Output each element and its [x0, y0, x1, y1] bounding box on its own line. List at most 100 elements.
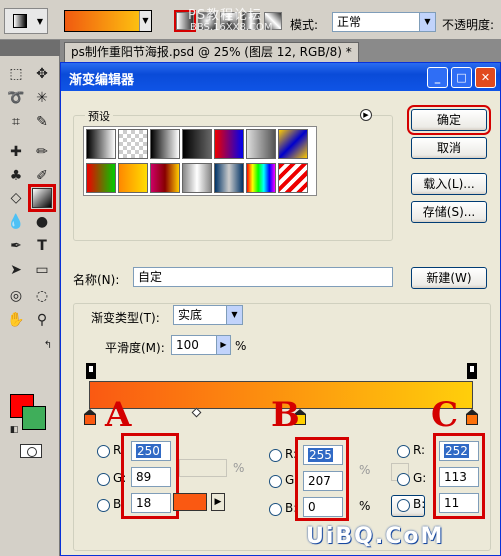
chevron-down-icon[interactable]: ▼: [226, 306, 242, 324]
smoothness-field[interactable]: 100 ▶: [171, 335, 231, 355]
dodge-tool-icon[interactable]: ●: [32, 212, 52, 232]
path-selection-tool-icon[interactable]: ➤: [6, 260, 26, 280]
close-icon[interactable]: ✕: [475, 67, 496, 88]
radio-g-c[interactable]: [397, 473, 410, 486]
preset-swatch[interactable]: [150, 129, 180, 159]
name-field[interactable]: 自定: [133, 267, 393, 287]
gradient-picker[interactable]: ▼: [64, 10, 152, 32]
gradient-type-value: 实底: [178, 308, 203, 322]
options-bar: ▼ ▼ PS教程论坛 BBS.16XX8.COM 模式: 正常 ▼ 不透明度:: [0, 0, 501, 40]
cancel-button[interactable]: 取消: [411, 137, 487, 159]
preset-swatch[interactable]: [86, 163, 116, 193]
3d-orbit-tool-icon[interactable]: ◌: [32, 286, 52, 306]
mode-label: 模式:: [290, 18, 319, 32]
presets-menu-icon[interactable]: ▶: [360, 109, 372, 121]
mode-value: 正常: [337, 15, 362, 29]
document-tab[interactable]: ps制作重阳节海报.psd @ 25% (图层 12, RGB/8) *: [64, 42, 359, 62]
opacity-percent: %: [233, 461, 245, 475]
zoom-tool-icon[interactable]: ⚲: [32, 310, 52, 330]
radio-b-b[interactable]: [269, 503, 282, 516]
stop-color-swatch[interactable]: [173, 493, 207, 511]
chevron-down-icon[interactable]: ▼: [139, 11, 151, 31]
channel-b-label: B:: [413, 497, 426, 511]
pen-tool-icon[interactable]: ✒: [6, 236, 26, 256]
blur-tool-icon[interactable]: 💧: [6, 212, 26, 232]
annotation-c: C: [431, 395, 459, 435]
move-tool-icon[interactable]: ✥: [32, 64, 52, 84]
default-colors-icon[interactable]: ◧: [4, 420, 24, 440]
preset-swatch[interactable]: [246, 129, 276, 159]
magic-wand-tool-icon[interactable]: ✳: [32, 88, 52, 108]
gradient-type-select[interactable]: 实底 ▼: [173, 305, 243, 325]
quick-mask-icon[interactable]: [20, 444, 42, 458]
name-label: 名称(N):: [73, 273, 120, 287]
preset-swatch[interactable]: [118, 129, 148, 159]
brush-tool-icon[interactable]: ✏: [32, 142, 52, 162]
dialog-titlebar[interactable]: 渐变编辑器 _ □ ✕: [61, 63, 500, 91]
smoothness-value: 100: [176, 338, 199, 352]
history-brush-tool-icon[interactable]: ✐: [32, 166, 52, 186]
watermark-text: PS教程论坛: [188, 8, 263, 23]
tool-preset-picker[interactable]: ▼: [4, 8, 48, 34]
radio-b-c[interactable]: [397, 499, 410, 512]
radio-g-a[interactable]: [97, 473, 110, 486]
gradient-tool-icon: [13, 14, 27, 28]
eraser-tool-icon[interactable]: ◇: [6, 188, 26, 208]
radio-r-b[interactable]: [269, 449, 282, 462]
smoothness-label: 平滑度(M):: [105, 341, 165, 355]
color-stop-c[interactable]: [466, 409, 478, 425]
swap-colors-icon[interactable]: ↰: [38, 336, 58, 356]
preset-swatch[interactable]: [182, 163, 212, 193]
gradient-editor-dialog: 渐变编辑器 _ □ ✕ 预设 ▶ 确定 取消 载入(L)... 存储(S)...…: [60, 62, 501, 556]
percent-sign: %: [359, 463, 371, 477]
preset-swatch[interactable]: [86, 129, 116, 159]
background-color[interactable]: [22, 406, 46, 430]
opacity-stop-left[interactable]: [86, 363, 96, 379]
watermark-url: BBS.16XX8.COM: [190, 22, 273, 33]
preset-swatch[interactable]: [150, 163, 180, 193]
chevron-right-icon[interactable]: ▶: [216, 336, 230, 354]
ok-button[interactable]: 确定: [407, 105, 491, 135]
radio-r-c[interactable]: [397, 445, 410, 458]
crop-tool-icon[interactable]: ⌗: [6, 112, 26, 132]
lasso-tool-icon[interactable]: ➰: [6, 88, 26, 108]
hand-tool-icon[interactable]: ✋: [6, 310, 26, 330]
3d-rotate-tool-icon[interactable]: ◎: [6, 286, 26, 306]
new-button[interactable]: 新建(W): [411, 267, 487, 289]
radio-b-a[interactable]: [97, 499, 110, 512]
type-tool-icon[interactable]: T: [32, 236, 52, 256]
preset-swatch[interactable]: [278, 129, 308, 159]
save-button[interactable]: 存储(S)...: [411, 201, 487, 223]
minimize-icon[interactable]: _: [427, 67, 448, 88]
preset-swatch[interactable]: [182, 129, 212, 159]
color-stop-a[interactable]: [84, 409, 96, 425]
document-tab-bar: ps制作重阳节海报.psd @ 25% (图层 12, RGB/8) *: [60, 40, 501, 62]
smoothness-unit: %: [235, 339, 247, 353]
opacity-field-disabled: [179, 459, 227, 477]
radio-g-b[interactable]: [269, 475, 282, 488]
load-button[interactable]: 载入(L)...: [411, 173, 487, 195]
preset-swatch[interactable]: [214, 129, 244, 159]
mode-select[interactable]: 正常 ▼: [332, 12, 436, 32]
chevron-down-icon[interactable]: ▼: [419, 13, 435, 31]
maximize-icon[interactable]: □: [451, 67, 472, 88]
watermark-bottom: UiBQ.CoM: [306, 524, 445, 549]
stop-menu-icon[interactable]: ▶: [211, 493, 225, 511]
preset-swatch[interactable]: [214, 163, 244, 193]
eyedropper-tool-icon[interactable]: ✎: [32, 112, 52, 132]
marquee-tool-icon[interactable]: ⬚: [6, 64, 26, 84]
presets-grid: [83, 126, 317, 196]
opacity-label: 不透明度:: [442, 18, 495, 32]
highlight-box-a: [121, 433, 179, 519]
clone-stamp-tool-icon[interactable]: ♣: [6, 166, 26, 186]
toolbox: ⬚ ✥ ➰ ✳ ⌗ ✎ ✚ ✏ ♣ ✐ ◇ 💧 ● ✒ T ➤ ▭ ◎ ◌ ✋ …: [0, 56, 60, 556]
presets-label: 预设: [85, 108, 113, 124]
rectangle-tool-icon[interactable]: ▭: [32, 260, 52, 280]
preset-swatch[interactable]: [278, 163, 308, 193]
healing-brush-tool-icon[interactable]: ✚: [6, 142, 26, 162]
gradient-tool-icon[interactable]: [28, 184, 56, 212]
opacity-stop-right[interactable]: [467, 363, 477, 379]
preset-swatch[interactable]: [118, 163, 148, 193]
radio-r-a[interactable]: [97, 445, 110, 458]
preset-swatch[interactable]: [246, 163, 276, 193]
